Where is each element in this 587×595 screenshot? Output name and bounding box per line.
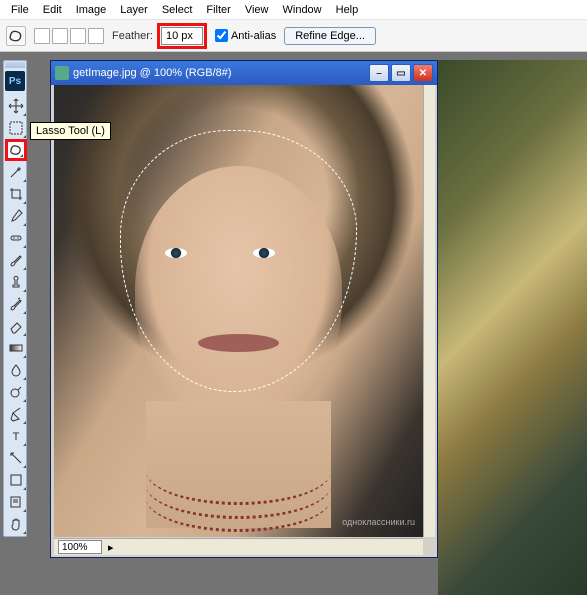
work-area: – ▭ Ps T Lasso Tool (L) getImage.jpg @ 1… bbox=[0, 52, 587, 595]
document-titlebar[interactable]: getImage.jpg @ 100% (RGB/8#) – ▭ ✕ bbox=[51, 61, 437, 85]
menu-window[interactable]: Window bbox=[276, 2, 329, 18]
brush-tool[interactable] bbox=[5, 249, 27, 271]
menu-image[interactable]: Image bbox=[69, 2, 114, 18]
antialias-label: Anti-alias bbox=[231, 30, 276, 42]
path-select-tool[interactable] bbox=[5, 447, 27, 469]
options-bar: Feather: Anti-alias Refine Edge... bbox=[0, 20, 587, 52]
active-tool-icon[interactable] bbox=[6, 26, 26, 46]
selection-new[interactable] bbox=[34, 28, 50, 44]
refine-edge-button[interactable]: Refine Edge... bbox=[284, 27, 376, 45]
menu-select[interactable]: Select bbox=[155, 2, 200, 18]
vertical-scrollbar[interactable] bbox=[423, 85, 435, 537]
menu-bar: FileEditImageLayerSelectFilterViewWindow… bbox=[0, 0, 587, 20]
hand-tool[interactable] bbox=[5, 513, 27, 535]
selection-add[interactable] bbox=[52, 28, 68, 44]
menu-file[interactable]: File bbox=[4, 2, 36, 18]
doc-minimize-button[interactable]: – bbox=[369, 64, 389, 82]
magic-wand-tool[interactable] bbox=[5, 161, 27, 183]
doc-close-button[interactable]: ✕ bbox=[413, 64, 433, 82]
feather-input[interactable] bbox=[161, 27, 203, 45]
menu-help[interactable]: Help bbox=[329, 2, 366, 18]
photoshop-logo-icon: Ps bbox=[5, 71, 25, 91]
eraser-tool[interactable] bbox=[5, 315, 27, 337]
document-canvas[interactable]: одноклассники.ru bbox=[54, 85, 423, 537]
image-watermark: одноклассники.ru bbox=[342, 517, 415, 527]
document-title: getImage.jpg @ 100% (RGB/8#) bbox=[73, 67, 232, 79]
gradient-tool[interactable] bbox=[5, 337, 27, 359]
svg-text:T: T bbox=[13, 431, 20, 443]
history-brush-tool[interactable] bbox=[5, 293, 27, 315]
crop-tool[interactable] bbox=[5, 183, 27, 205]
lasso-tool[interactable] bbox=[5, 139, 27, 161]
selection-mode-group bbox=[34, 28, 104, 44]
blur-tool[interactable] bbox=[5, 359, 27, 381]
antialias-check-input[interactable] bbox=[215, 29, 228, 42]
shape-tool[interactable] bbox=[5, 469, 27, 491]
selection-intersect[interactable] bbox=[88, 28, 104, 44]
antialias-checkbox[interactable]: Anti-alias bbox=[215, 29, 276, 42]
menu-view[interactable]: View bbox=[238, 2, 276, 18]
clone-stamp-tool[interactable] bbox=[5, 271, 27, 293]
dodge-tool[interactable] bbox=[5, 381, 27, 403]
menu-filter[interactable]: Filter bbox=[199, 2, 237, 18]
menu-edit[interactable]: Edit bbox=[36, 2, 69, 18]
notes-tool[interactable] bbox=[5, 491, 27, 513]
statusbar-chevron-icon[interactable]: ▸ bbox=[108, 541, 114, 554]
healing-brush-tool[interactable] bbox=[5, 227, 27, 249]
background-document-canvas[interactable] bbox=[438, 60, 587, 595]
zoom-input[interactable] bbox=[58, 540, 102, 554]
move-tool[interactable] bbox=[5, 95, 27, 117]
document-statusbar: ▸ bbox=[54, 538, 423, 555]
feather-label: Feather: bbox=[112, 30, 153, 42]
menu-layer[interactable]: Layer bbox=[113, 2, 155, 18]
pen-tool[interactable] bbox=[5, 403, 27, 425]
toolbox-grip[interactable] bbox=[5, 62, 25, 68]
document-icon bbox=[55, 66, 69, 80]
selection-subtract[interactable] bbox=[70, 28, 86, 44]
doc-maximize-button[interactable]: ▭ bbox=[391, 64, 411, 82]
eyedropper-tool[interactable] bbox=[5, 205, 27, 227]
type-tool[interactable]: T bbox=[5, 425, 27, 447]
marquee-tool[interactable] bbox=[5, 117, 27, 139]
lasso-tooltip: Lasso Tool (L) bbox=[30, 122, 111, 140]
toolbox-panel: Ps T bbox=[3, 60, 27, 537]
